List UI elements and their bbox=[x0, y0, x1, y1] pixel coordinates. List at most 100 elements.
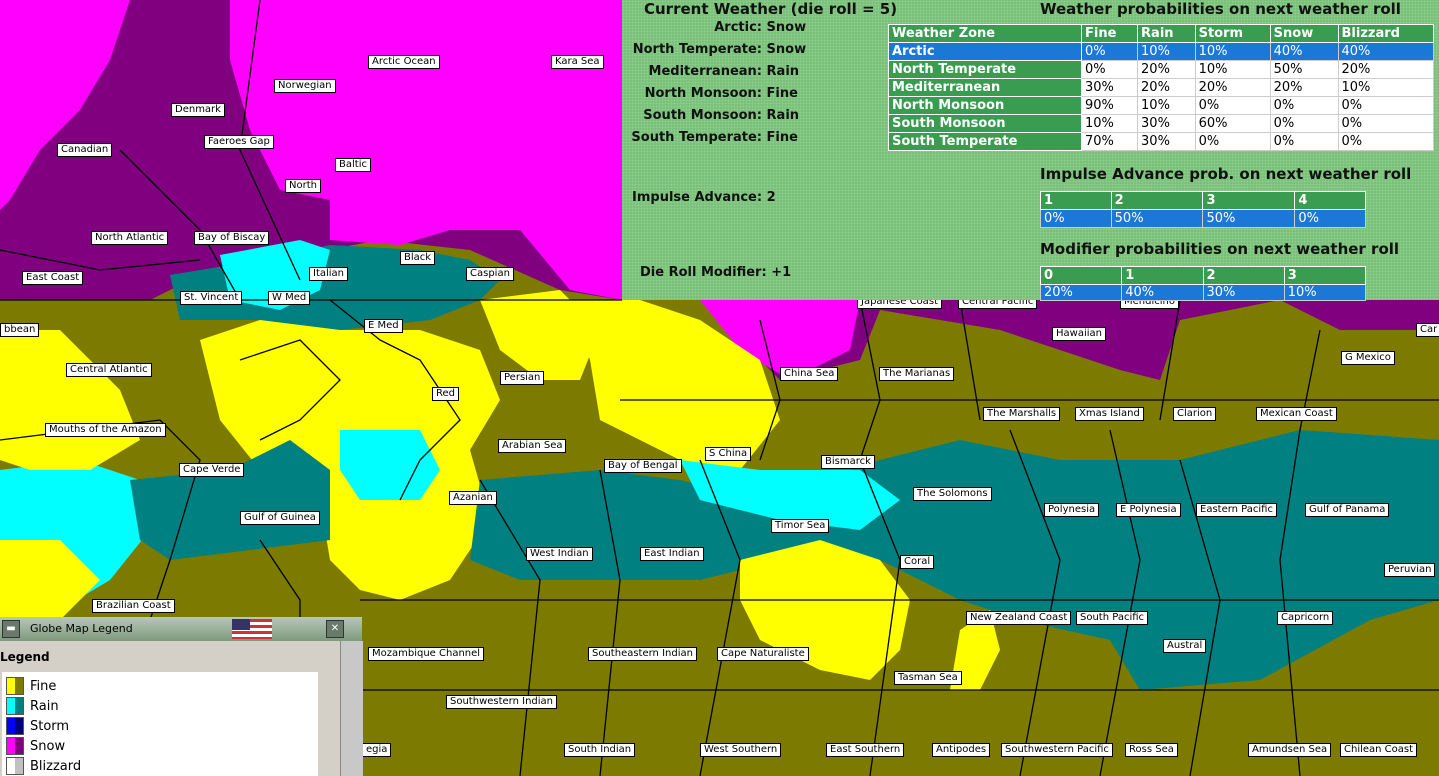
prob-cell: 60% bbox=[1194, 114, 1271, 133]
sea-area-label[interactable]: Eastern Pacific bbox=[1196, 503, 1277, 517]
legend-scrollbar[interactable] bbox=[340, 641, 363, 776]
sea-area-label[interactable]: Red bbox=[432, 387, 459, 401]
sea-area-label[interactable]: Clarion bbox=[1173, 407, 1217, 421]
table-row[interactable]: South Temperate 70% 30% 0% 0% 0% bbox=[887, 132, 1435, 151]
current-weather-row: North Monsoon: Fine bbox=[644, 86, 798, 101]
prob-cell: 0% bbox=[1040, 209, 1112, 228]
sea-area-label[interactable]: East Indian bbox=[640, 547, 704, 561]
sea-area-label[interactable]: Norwegian bbox=[274, 79, 336, 93]
sea-area-label[interactable]: East Southern bbox=[826, 743, 905, 757]
sea-area-label[interactable]: Arabian Sea bbox=[498, 439, 567, 453]
sea-area-label[interactable]: Persian bbox=[500, 371, 545, 385]
sea-area-label[interactable]: egia bbox=[362, 743, 392, 757]
sea-area-label[interactable]: Cape Verde bbox=[179, 463, 245, 477]
probabilities-table: Weather Zone Fine Rain Storm Snow Blizza… bbox=[887, 24, 1435, 151]
sea-area-label[interactable]: South Indian bbox=[564, 743, 636, 757]
sea-area-label[interactable]: Mouths of the Amazon bbox=[45, 423, 166, 437]
table-row[interactable]: Mediterranean 30% 20% 20% 20% 10% bbox=[887, 78, 1435, 97]
sea-area-label[interactable]: Brazilian Coast bbox=[92, 599, 175, 613]
sea-area-label[interactable]: Chilean Coast bbox=[1340, 743, 1418, 757]
sea-area-label[interactable]: Gulf of Guinea bbox=[240, 511, 320, 525]
sea-area-label[interactable]: Ross Sea bbox=[1125, 743, 1178, 757]
prob-cell: 30% bbox=[1137, 114, 1196, 133]
sea-area-label[interactable]: Canadian bbox=[57, 143, 113, 157]
sea-area-label[interactable]: Baltic bbox=[335, 158, 371, 172]
impulse-prob-title: Impulse Advance prob. on next weather ro… bbox=[1040, 165, 1412, 183]
window-menu-icon[interactable]: ▬ bbox=[2, 620, 20, 638]
sea-area-label[interactable]: Bay of Biscay bbox=[194, 231, 270, 245]
prob-cell: 0% bbox=[1269, 96, 1339, 115]
sea-area-label[interactable]: Amundsen Sea bbox=[1248, 743, 1332, 757]
sea-area-label[interactable]: St. Vincent bbox=[180, 291, 243, 305]
prob-cell: 30% bbox=[1202, 284, 1285, 301]
modifier-prob-title: Modifier probabilities on next weather r… bbox=[1040, 240, 1400, 258]
sea-area-label[interactable]: Faeroes Gap bbox=[204, 135, 274, 149]
legend-titlebar[interactable]: ▬ Globe Map Legend ✕ bbox=[0, 617, 362, 641]
legend-item-snow: Snow bbox=[6, 737, 65, 755]
sea-area-label[interactable]: The Marianas bbox=[879, 367, 955, 381]
sea-area-label[interactable]: Arctic Ocean bbox=[368, 55, 440, 69]
sea-area-label[interactable]: Car bbox=[1416, 323, 1439, 337]
sea-area-label[interactable]: Austral bbox=[1163, 639, 1207, 653]
sea-area-label[interactable]: Central Atlantic bbox=[66, 363, 152, 377]
table-row[interactable]: North Monsoon 90% 10% 0% 0% 0% bbox=[887, 96, 1435, 115]
zone-cell: Mediterranean bbox=[887, 78, 1083, 97]
sea-area-label[interactable]: Tasman Sea bbox=[894, 671, 962, 685]
sea-area-label[interactable]: Bay of Bengal bbox=[604, 459, 682, 473]
sea-area-label[interactable]: E Polynesia bbox=[1116, 503, 1181, 517]
sea-area-label[interactable]: Bismarck bbox=[821, 455, 875, 469]
close-icon[interactable]: ✕ bbox=[326, 620, 344, 638]
sea-area-label[interactable]: West Southern bbox=[700, 743, 782, 757]
col-header: Rain bbox=[1137, 24, 1196, 43]
sea-area-label[interactable]: Capricorn bbox=[1277, 611, 1334, 625]
sea-area-label[interactable]: Polynesia bbox=[1044, 503, 1100, 517]
sea-area-label[interactable]: West Indian bbox=[526, 547, 593, 561]
sea-area-label[interactable]: Caspian bbox=[466, 267, 514, 281]
table-row[interactable]: 20% 40% 30% 10% bbox=[1039, 284, 1367, 301]
sea-area-label[interactable]: The Marshalls bbox=[983, 407, 1061, 421]
sea-area-label[interactable]: The Solomons bbox=[913, 487, 992, 501]
sea-area-label[interactable]: South Pacific bbox=[1076, 611, 1149, 625]
sea-area-label[interactable]: Antipodes bbox=[932, 743, 991, 757]
sea-area-label[interactable]: Cape Naturaliste bbox=[717, 647, 809, 661]
sea-area-label[interactable]: S China bbox=[705, 447, 752, 461]
sea-area-label[interactable]: North Atlantic bbox=[91, 231, 169, 245]
sea-area-label[interactable]: W Med bbox=[268, 291, 311, 305]
sea-area-label[interactable]: New Zealand Coast bbox=[966, 611, 1072, 625]
prob-cell: 20% bbox=[1137, 60, 1196, 79]
sea-area-label[interactable]: Azanian bbox=[449, 491, 497, 505]
sea-area-label[interactable]: Peruvian bbox=[1384, 563, 1436, 577]
zone-cell: Arctic bbox=[887, 42, 1083, 61]
sea-area-label[interactable]: Xmas Island bbox=[1075, 407, 1144, 421]
sea-area-label[interactable]: Kara Sea bbox=[551, 55, 604, 69]
sea-area-label[interactable]: Mozambique Channel bbox=[368, 647, 485, 661]
sea-area-label[interactable]: Black bbox=[400, 251, 436, 265]
table-row[interactable]: North Temperate 0% 20% 10% 50% 20% bbox=[887, 60, 1435, 79]
sea-area-label[interactable]: China Sea bbox=[780, 367, 839, 381]
sea-area-label[interactable]: Mexican Coast bbox=[1256, 407, 1337, 421]
sea-area-label[interactable]: North bbox=[285, 179, 321, 193]
sea-area-label[interactable]: bbean bbox=[0, 323, 40, 337]
blizzard-swatch-icon bbox=[6, 757, 24, 775]
sea-area-label[interactable]: G Mexico bbox=[1341, 351, 1395, 365]
sea-area-label[interactable]: Southwestern Indian bbox=[446, 695, 558, 709]
weather-panel: Current Weather (die roll = 5) Arctic: S… bbox=[622, 0, 1439, 301]
sea-area-label[interactable]: Italian bbox=[309, 267, 349, 281]
sea-area-label[interactable]: Southeastern Indian bbox=[588, 647, 697, 661]
prob-cell: 50% bbox=[1110, 209, 1204, 228]
prob-cell: 20% bbox=[1194, 78, 1271, 97]
sea-area-label[interactable]: E Med bbox=[364, 319, 403, 333]
table-row[interactable]: South Monsoon 10% 30% 60% 0% 0% bbox=[887, 114, 1435, 133]
table-row[interactable]: Arctic 0% 10% 10% 40% 40% bbox=[887, 42, 1435, 61]
sea-area-label[interactable]: East Coast bbox=[22, 271, 84, 285]
sea-area-label[interactable]: Southwestern Pacific bbox=[1001, 743, 1113, 757]
sea-area-label[interactable]: Hawaiian bbox=[1052, 327, 1106, 341]
us-flag-icon bbox=[232, 619, 272, 639]
prob-cell: 10% bbox=[1194, 42, 1271, 61]
impulse-advance-readout: Impulse Advance: 2 bbox=[632, 190, 776, 205]
table-row[interactable]: 0% 50% 50% 0% bbox=[1040, 209, 1366, 228]
sea-area-label[interactable]: Denmark bbox=[171, 103, 225, 117]
sea-area-label[interactable]: Timor Sea bbox=[771, 519, 830, 533]
sea-area-label[interactable]: Gulf of Panama bbox=[1305, 503, 1390, 517]
sea-area-label[interactable]: Coral bbox=[900, 555, 935, 569]
